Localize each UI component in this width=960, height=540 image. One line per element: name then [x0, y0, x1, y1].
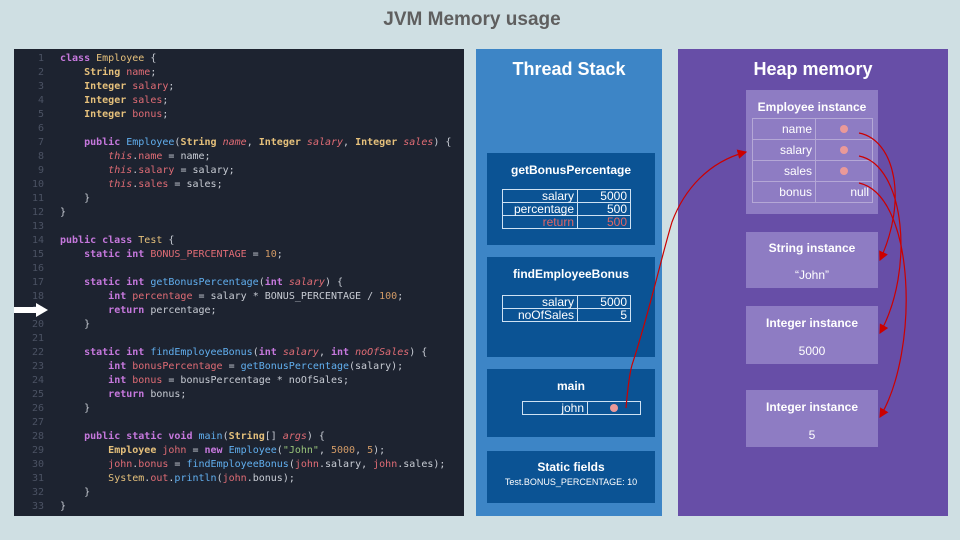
ref-arrow-john-employee — [625, 149, 748, 409]
reference-arrows — [625, 132, 907, 419]
ref-arrow-name-string — [858, 132, 896, 262]
